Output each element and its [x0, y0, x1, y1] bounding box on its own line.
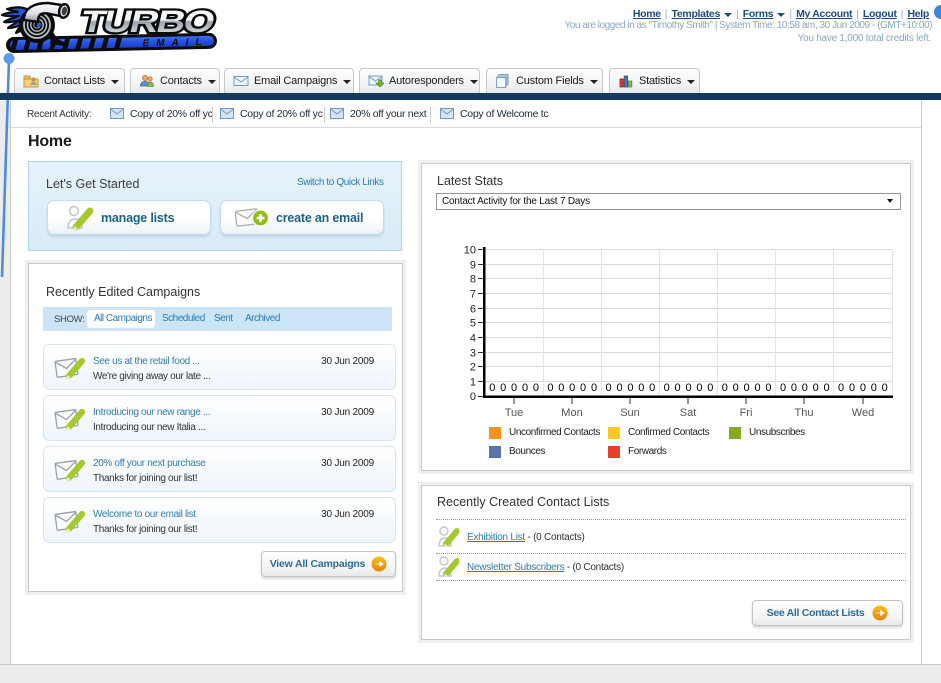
- svg-text:0: 0: [849, 382, 855, 394]
- svg-text:Thu: Thu: [795, 407, 814, 419]
- svg-text:0: 0: [522, 382, 528, 394]
- svg-text:0: 0: [470, 391, 476, 403]
- svg-text:0: 0: [580, 382, 586, 394]
- svg-text:0: 0: [860, 382, 866, 394]
- svg-text:0: 0: [733, 382, 739, 394]
- svg-text:Sun: Sun: [620, 407, 640, 419]
- svg-text:Sat: Sat: [680, 407, 697, 419]
- svg-text:0: 0: [765, 382, 771, 394]
- svg-text:0: 0: [558, 382, 564, 394]
- svg-text:0: 0: [511, 382, 517, 394]
- svg-text:0: 0: [649, 382, 655, 394]
- svg-text:0: 0: [813, 382, 819, 394]
- svg-text:0: 0: [500, 382, 506, 394]
- svg-text:0: 0: [616, 382, 622, 394]
- svg-text:Tue: Tue: [505, 407, 524, 419]
- svg-text:0: 0: [489, 382, 495, 394]
- svg-text:0: 0: [882, 382, 888, 394]
- svg-text:0: 0: [675, 382, 681, 394]
- svg-text:0: 0: [569, 382, 575, 394]
- svg-text:Fri: Fri: [740, 407, 753, 419]
- svg-text:0: 0: [802, 382, 808, 394]
- svg-text:0: 0: [547, 382, 553, 394]
- svg-text:0: 0: [638, 382, 644, 394]
- svg-text:0: 0: [791, 382, 797, 394]
- svg-text:0: 0: [754, 382, 760, 394]
- svg-text:5: 5: [470, 318, 476, 330]
- svg-text:2: 2: [470, 362, 476, 374]
- svg-text:0: 0: [871, 382, 877, 394]
- svg-text:8: 8: [470, 274, 476, 286]
- svg-text:6: 6: [470, 304, 476, 316]
- svg-text:0: 0: [606, 382, 612, 394]
- svg-text:0: 0: [707, 382, 713, 394]
- svg-text:0: 0: [591, 382, 597, 394]
- svg-text:0: 0: [780, 382, 786, 394]
- svg-text:3: 3: [470, 348, 476, 360]
- svg-text:4: 4: [470, 333, 476, 345]
- svg-text:0: 0: [685, 382, 691, 394]
- svg-text:TURBO: TURBO: [77, 4, 217, 39]
- svg-text:0: 0: [664, 382, 670, 394]
- svg-text:0: 0: [744, 382, 750, 394]
- svg-text:0: 0: [722, 382, 728, 394]
- svg-text:1: 1: [470, 377, 476, 389]
- svg-text:Mon: Mon: [561, 407, 582, 419]
- svg-text:0: 0: [696, 382, 702, 394]
- svg-text:7: 7: [470, 289, 476, 301]
- svg-text:0: 0: [838, 382, 844, 394]
- svg-text:0: 0: [824, 382, 830, 394]
- svg-text:9: 9: [470, 260, 476, 272]
- svg-text:0: 0: [533, 382, 539, 394]
- svg-text:Wed: Wed: [852, 407, 874, 419]
- svg-text:0: 0: [627, 382, 633, 394]
- svg-text:10: 10: [464, 245, 476, 257]
